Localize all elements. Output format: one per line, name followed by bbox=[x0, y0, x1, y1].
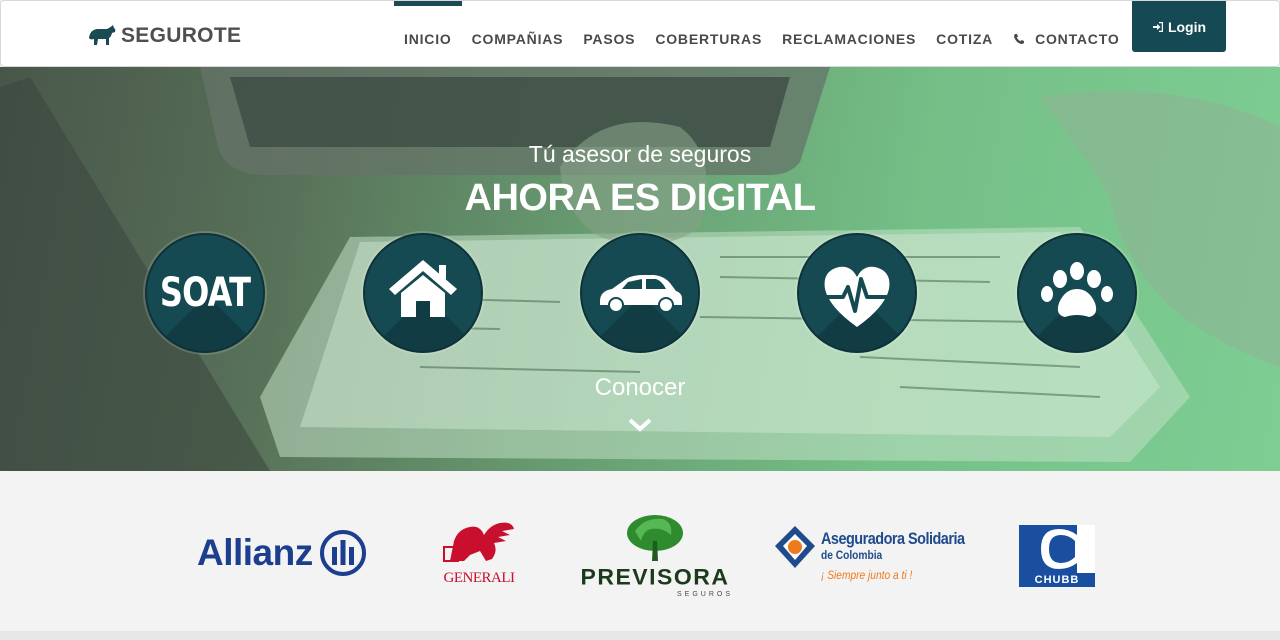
nav-pasos-label: PASOS bbox=[583, 31, 636, 47]
solidaria-name: Aseguradora Solidaria bbox=[821, 529, 965, 548]
nav-inicio-label: INICIO bbox=[404, 31, 452, 47]
car-icon bbox=[600, 275, 682, 313]
paw-icon bbox=[1041, 262, 1113, 317]
service-auto[interactable] bbox=[580, 233, 700, 353]
nav-cotiza-label: COTIZA bbox=[936, 31, 994, 47]
nav-inicio[interactable]: INICIO bbox=[394, 1, 462, 67]
allianz-name: Allianz bbox=[197, 532, 313, 573]
generali-name: GENERALI bbox=[443, 570, 516, 586]
login-label: Login bbox=[1167, 18, 1207, 35]
top-navbar: SEGUROTE INICIO COMPAÑIAS PASOS COBERTUR… bbox=[0, 0, 1280, 67]
chevron-down-icon[interactable] bbox=[628, 417, 652, 433]
brand-logo[interactable]: SEGUROTE bbox=[87, 24, 241, 48]
previsora-name: PREVISORA bbox=[580, 564, 730, 590]
partner-solidaria[interactable]: Aseguradora Solidaria de Colombia ¡ Siem… bbox=[773, 524, 965, 590]
bull-icon bbox=[89, 25, 116, 45]
previsora-tree-icon bbox=[627, 515, 683, 561]
house-icon bbox=[389, 260, 457, 317]
service-salud[interactable] bbox=[797, 233, 917, 353]
solidaria-tagline: ¡ Siempre junto a ti ! bbox=[821, 568, 913, 582]
heart-pulse-icon bbox=[823, 266, 891, 327]
main-nav: INICIO COMPAÑIAS PASOS COBERTURAS RECLAM… bbox=[394, 1, 1130, 67]
brand-name: SEGUROTE bbox=[121, 24, 242, 47]
nav-pasos[interactable]: PASOS bbox=[573, 1, 645, 67]
hero-title: AHORA ES DIGITAL bbox=[464, 177, 816, 219]
nav-contacto-label: CONTACTO bbox=[1035, 31, 1120, 47]
chubb-name: CHUBB bbox=[1034, 574, 1080, 586]
solidaria-line2: de Colombia bbox=[821, 548, 883, 562]
phone-icon bbox=[1014, 34, 1025, 44]
soat-label: SOAT bbox=[159, 270, 251, 316]
service-hogar[interactable] bbox=[363, 233, 483, 353]
nav-coberturas[interactable]: COBERTURAS bbox=[645, 1, 772, 67]
hero-section: Tú asesor de seguros AHORA ES DIGITAL SO… bbox=[0, 67, 1280, 471]
nav-companias-label: COMPAÑIAS bbox=[471, 31, 564, 47]
previsora-tagline: SEGUROS bbox=[676, 591, 733, 598]
allianz-eagle-icon bbox=[319, 530, 366, 576]
nav-coberturas-label: COBERTURAS bbox=[655, 31, 763, 47]
solidaria-diamond-icon bbox=[775, 526, 815, 568]
nav-reclamaciones-label: RECLAMACIONES bbox=[782, 31, 917, 47]
service-mascotas[interactable] bbox=[1017, 233, 1137, 353]
partner-chubb[interactable]: CHUBB bbox=[1019, 525, 1095, 587]
nav-companias[interactable]: COMPAÑIAS bbox=[462, 1, 574, 67]
partner-previsora[interactable]: PREVISORA SEGUROS bbox=[573, 513, 737, 598]
conocer-link[interactable]: Conocer bbox=[0, 374, 1280, 402]
nav-contacto[interactable]: CONTACTO bbox=[1003, 1, 1129, 67]
next-section-edge bbox=[0, 631, 1280, 640]
partner-generali[interactable]: GENERALI bbox=[440, 521, 518, 586]
partner-allianz[interactable]: Allianz bbox=[197, 529, 367, 577]
sign-in-icon bbox=[1152, 21, 1163, 32]
nav-cotiza[interactable]: COTIZA bbox=[926, 1, 1003, 67]
partners-section: Allianz GENERALI PREVISORA SEGUROS Asegu… bbox=[0, 471, 1280, 631]
nav-reclamaciones[interactable]: RECLAMACIONES bbox=[772, 1, 926, 67]
service-soat[interactable]: SOAT bbox=[145, 233, 265, 353]
generali-lion-icon bbox=[443, 522, 514, 562]
login-button[interactable]: Login bbox=[1132, 1, 1226, 52]
hero-subtitle: Tú asesor de seguros bbox=[528, 141, 752, 167]
